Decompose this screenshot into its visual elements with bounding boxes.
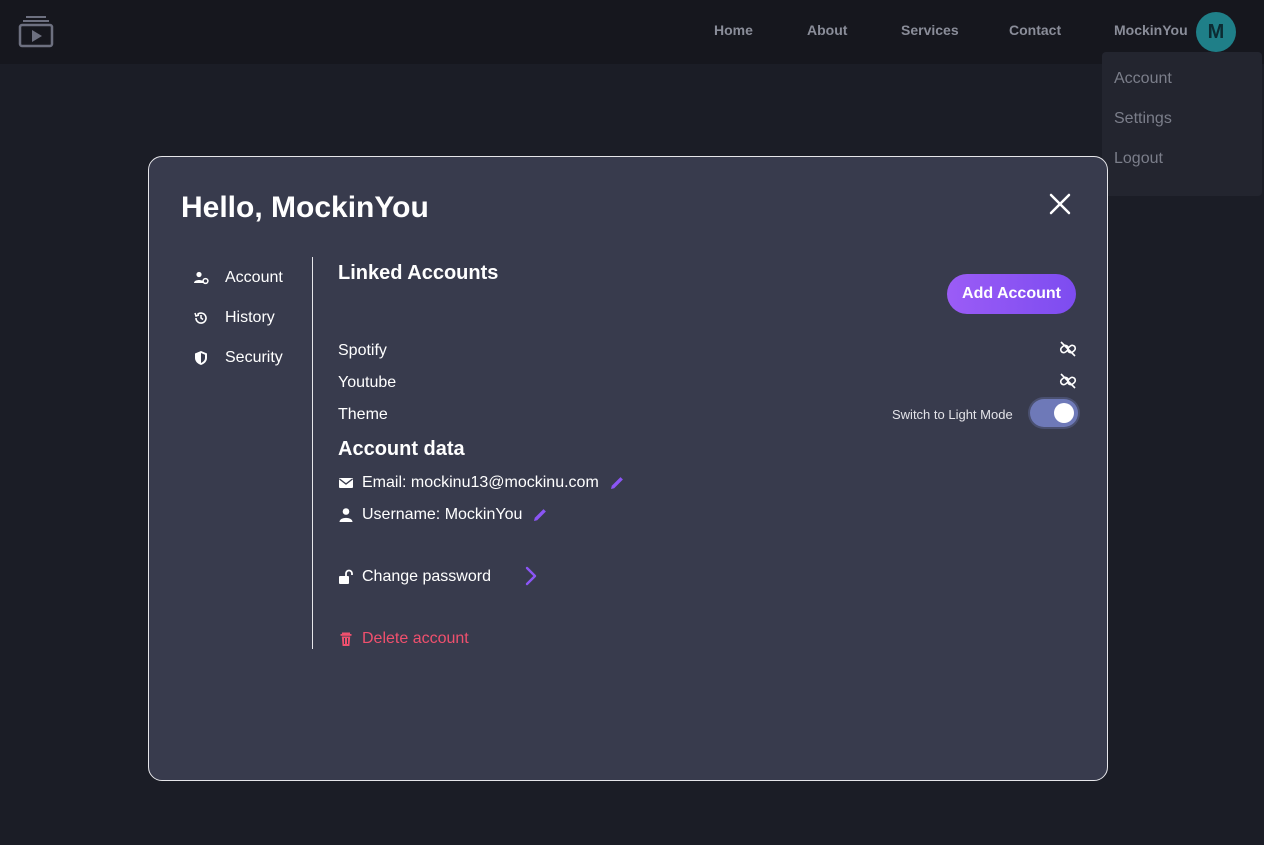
user-gear-icon (193, 270, 209, 286)
change-password-text: Change password (362, 568, 491, 585)
account-data-title: Account data (338, 438, 465, 460)
linked-accounts-title: Linked Accounts (338, 262, 499, 284)
dropdown-item-settings[interactable]: Settings (1102, 110, 1262, 150)
linked-account-youtube: Youtube (338, 374, 397, 391)
toggle-knob (1054, 403, 1074, 423)
add-account-button[interactable]: Add Account (947, 274, 1076, 314)
avatar[interactable]: M (1196, 12, 1236, 52)
sidebar-item-history[interactable]: History (193, 306, 275, 330)
top-navbar: Home About Services Contact MockinYou M (0, 0, 1264, 64)
user-icon (338, 507, 354, 523)
sidebar-item-label: Account (225, 269, 283, 286)
unlink-icon[interactable] (1059, 340, 1077, 358)
email-row: Email: mockinu13@mockinu.com (338, 472, 625, 494)
sidebar-item-security[interactable]: Security (193, 346, 283, 370)
mail-icon (338, 475, 354, 491)
sidebar-item-label: Security (225, 349, 283, 366)
delete-account-button[interactable]: Delete account (338, 628, 469, 650)
sidebar-item-account[interactable]: Account (193, 266, 283, 290)
nav-username-link[interactable]: MockinYou (1114, 22, 1188, 38)
change-password-row[interactable]: Change password (338, 566, 491, 588)
sidebar-divider (312, 257, 313, 649)
play-library-logo-icon[interactable] (18, 14, 54, 48)
modal-title: Hello, MockinYou (181, 191, 429, 224)
nav-about-link[interactable]: About (807, 22, 847, 38)
edit-username-pencil-icon[interactable] (532, 507, 548, 523)
username-text: Username: MockinYou (362, 506, 523, 523)
nav-contact-link[interactable]: Contact (1009, 22, 1061, 38)
nav-home-link[interactable]: Home (714, 22, 753, 38)
switch-theme-label: Switch to Light Mode (892, 407, 1013, 422)
dropdown-item-logout[interactable]: Logout (1102, 150, 1262, 190)
delete-account-text: Delete account (362, 630, 469, 647)
username-row: Username: MockinYou (338, 504, 548, 526)
nav-services-link[interactable]: Services (901, 22, 959, 38)
edit-email-pencil-icon[interactable] (609, 475, 625, 491)
trash-icon (338, 631, 354, 647)
unlink-icon[interactable] (1059, 372, 1077, 390)
sidebar-item-label: History (225, 309, 275, 326)
unlock-icon (338, 569, 354, 585)
chevron-right-icon[interactable] (524, 565, 538, 587)
history-icon (193, 310, 209, 326)
theme-label: Theme (338, 406, 388, 423)
linked-account-spotify: Spotify (338, 342, 387, 359)
theme-toggle[interactable] (1030, 399, 1078, 427)
user-dropdown-menu: Account Settings Logout (1102, 52, 1262, 196)
dropdown-item-account[interactable]: Account (1102, 70, 1262, 110)
shield-icon (193, 350, 209, 366)
email-text: Email: mockinu13@mockinu.com (362, 474, 599, 491)
close-icon[interactable] (1047, 191, 1073, 217)
account-modal: Hello, MockinYou Account History Securit… (148, 156, 1108, 781)
